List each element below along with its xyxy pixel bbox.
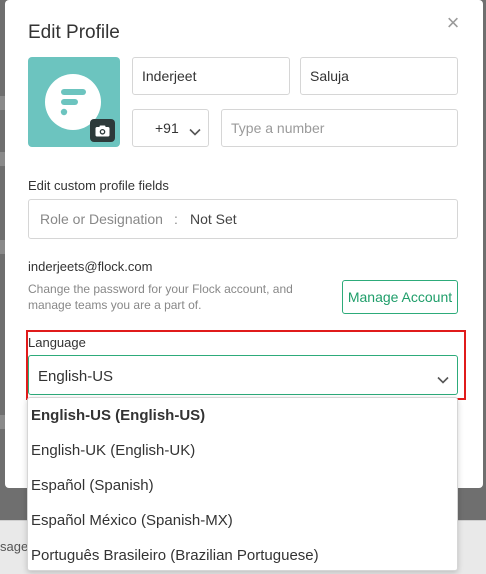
role-value: Not Set (190, 211, 237, 227)
language-option-portuguese-br[interactable]: Português Brasileiro (Brazilian Portugue… (28, 538, 457, 570)
background-text: sage (0, 539, 29, 554)
language-select[interactable]: English-US (28, 355, 458, 395)
language-dropdown-menu: English-US (English-US) English-UK (Engl… (27, 397, 458, 571)
avatar[interactable] (28, 57, 120, 147)
role-label: Role or Designation (40, 211, 163, 227)
phone-number-field[interactable] (221, 109, 458, 147)
manage-account-button[interactable]: Manage Account (342, 280, 458, 314)
country-code-select[interactable]: +91 (132, 109, 209, 147)
language-label: Language (28, 335, 86, 350)
account-email: inderjeets@flock.com (28, 259, 153, 274)
phone-number-input[interactable] (231, 110, 457, 146)
chevron-down-icon (189, 123, 201, 139)
role-separator: : (174, 211, 178, 227)
language-option-english-us[interactable]: English-US (English-US) (28, 398, 457, 433)
language-option-english-uk[interactable]: English-UK (English-UK) (28, 433, 457, 468)
last-name-input[interactable] (310, 58, 457, 94)
language-option-spanish-mx[interactable]: Español México (Spanish-MX) (28, 503, 457, 538)
close-icon[interactable]: × (442, 12, 464, 34)
custom-fields-heading: Edit custom profile fields (28, 178, 169, 193)
language-option-spanish[interactable]: Español (Spanish) (28, 468, 457, 503)
country-code-value: +91 (155, 120, 179, 136)
first-name-input[interactable] (142, 58, 289, 94)
role-designation-field[interactable]: Role or Designation : Not Set (28, 199, 458, 239)
last-name-field[interactable] (300, 57, 458, 95)
chevron-down-icon (437, 371, 449, 389)
language-selected-value: English-US (38, 368, 114, 385)
camera-icon[interactable] (90, 119, 115, 142)
first-name-field[interactable] (132, 57, 290, 95)
account-helper-text: Change the password for your Flock accou… (28, 282, 293, 312)
modal-title: Edit Profile (28, 22, 120, 43)
